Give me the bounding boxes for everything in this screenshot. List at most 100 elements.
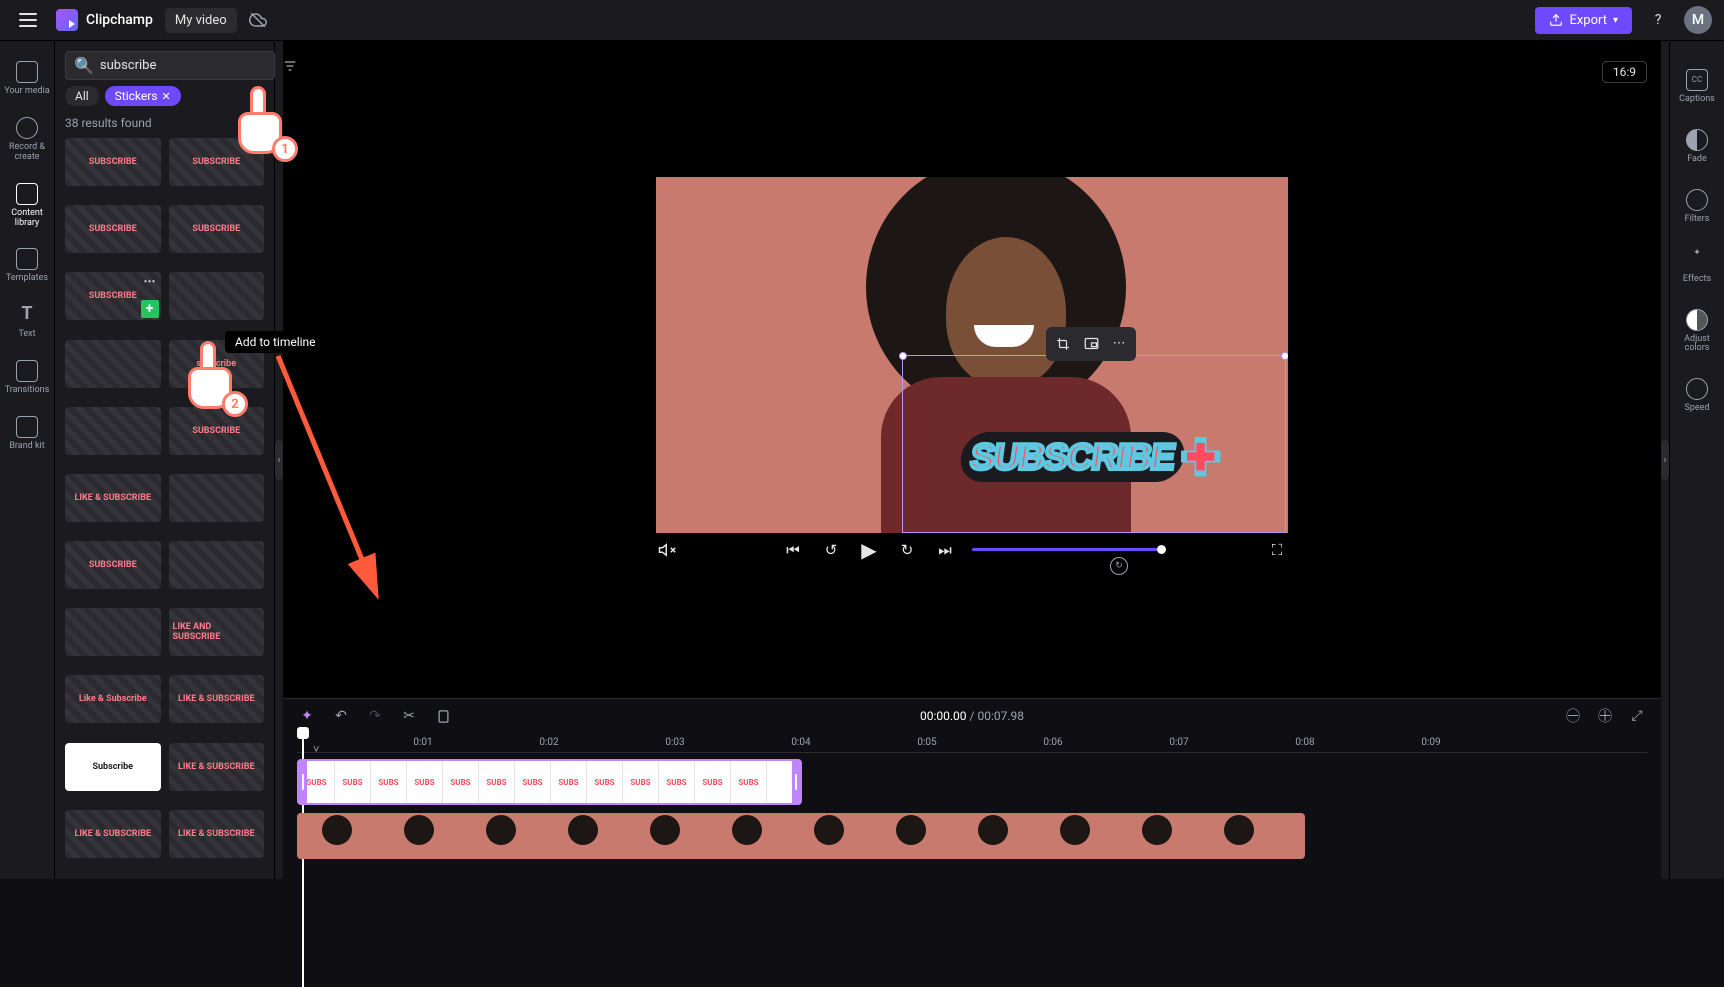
rail-fade[interactable]: Fade bbox=[1670, 119, 1724, 175]
rail-brand-kit[interactable]: Brand kit bbox=[0, 406, 54, 462]
sticker-label bbox=[109, 630, 117, 634]
timeline-ruler[interactable]: 0:010:020:030:040:050:060:070:080:09 bbox=[297, 733, 1647, 753]
split-button[interactable]: ✂ bbox=[399, 706, 419, 726]
fullscreen-button[interactable]: ⛶ bbox=[1266, 539, 1288, 561]
clip-thumb: SUBS bbox=[587, 761, 623, 803]
more-button[interactable]: ⋯ bbox=[1106, 331, 1132, 357]
clip-handle-right[interactable] bbox=[792, 761, 800, 803]
sticker-result[interactable]: LIKE & SUBSCRIBE bbox=[65, 810, 161, 858]
sticker-result[interactable]: LIKE & SUBSCRIBE bbox=[169, 743, 265, 791]
record-icon bbox=[16, 117, 38, 139]
sticker-label: LIKE & SUBSCRIBE bbox=[70, 491, 155, 505]
sticker-result[interactable]: SUBSCRIBE bbox=[65, 541, 161, 589]
rail-your-media[interactable]: Your media bbox=[0, 51, 54, 107]
skip-start-button[interactable]: ⏮ bbox=[782, 539, 804, 561]
ruler-tick: 0:05 bbox=[917, 737, 936, 748]
sticker-result[interactable]: SUBSCRIBE⋯ + bbox=[65, 272, 161, 320]
sticker-result[interactable] bbox=[65, 608, 161, 656]
sticker-result[interactable] bbox=[65, 407, 161, 455]
sticker-result[interactable]: SUBSCRIBE bbox=[65, 205, 161, 253]
rewind-button[interactable]: ↺ bbox=[820, 539, 842, 561]
fit-button[interactable]: ⤢ bbox=[1627, 706, 1647, 726]
avatar[interactable]: M bbox=[1684, 6, 1712, 34]
chip-close-icon[interactable]: ✕ bbox=[162, 90, 171, 103]
sticker-result[interactable]: SUBSCRIBE bbox=[169, 205, 265, 253]
video-clip[interactable] bbox=[297, 813, 1305, 859]
rail-content-library[interactable]: Content library bbox=[0, 173, 54, 239]
collapse-inspector-handle[interactable]: › bbox=[1661, 41, 1669, 879]
help-button[interactable]: ? bbox=[1644, 6, 1672, 34]
rail-record-create[interactable]: Record & create bbox=[0, 107, 54, 173]
clip-thumb: SUBS bbox=[659, 761, 695, 803]
rail-captions[interactable]: CCCaptions bbox=[1670, 59, 1724, 115]
ruler-tick: 0:07 bbox=[1169, 737, 1188, 748]
canvas-toolbar: ⋯ bbox=[1046, 327, 1136, 361]
rail-adjust-colors[interactable]: Adjust colors bbox=[1670, 299, 1724, 365]
volume-slider[interactable] bbox=[972, 548, 1162, 551]
library-panel: 🔍 All Stickers✕ 38 results found SUBSCRI… bbox=[55, 41, 275, 879]
track-collapse-icon[interactable]: ˅ bbox=[313, 743, 319, 756]
redo-button[interactable]: ↷ bbox=[365, 706, 385, 726]
project-name-button[interactable]: My video bbox=[165, 8, 237, 33]
media-icon bbox=[16, 61, 38, 83]
chip-all[interactable]: All bbox=[65, 86, 99, 106]
sticker-result[interactable]: LIKE & SUBSCRIBE bbox=[169, 810, 265, 858]
sticker-result[interactable]: LIKE AND SUBSCRIBE bbox=[169, 608, 265, 656]
fade-icon bbox=[1686, 129, 1708, 151]
playback-speed-badge[interactable]: ↻ bbox=[1110, 557, 1128, 575]
sticker-result[interactable] bbox=[169, 272, 265, 320]
zoom-in-button[interactable]: ＋⃝ bbox=[1595, 706, 1615, 726]
rail-speed[interactable]: Speed bbox=[1670, 368, 1724, 424]
sticker-result[interactable] bbox=[65, 340, 161, 388]
mute-button[interactable] bbox=[656, 539, 678, 561]
sticker-label bbox=[212, 294, 220, 298]
clip-handle-left[interactable] bbox=[299, 761, 307, 803]
aspect-ratio-button[interactable]: 16:9 bbox=[1602, 61, 1647, 83]
timeline-area: ˅ ✦ ↶ ↷ ✂ 00:00.00 / 00:07.98 －⃝ ＋⃝ ⤢ 0:… bbox=[283, 698, 1661, 879]
sticker-result[interactable] bbox=[169, 541, 265, 589]
clip-thumb bbox=[543, 813, 625, 859]
filters-icon bbox=[1686, 189, 1708, 211]
magic-button[interactable]: ✦ bbox=[297, 706, 317, 726]
rail-text[interactable]: TText bbox=[0, 294, 54, 350]
search-box[interactable]: 🔍 bbox=[65, 51, 275, 80]
sticker-label bbox=[212, 563, 220, 567]
library-icon bbox=[16, 183, 38, 205]
main-menu-button[interactable] bbox=[12, 4, 44, 36]
skip-end-button[interactable]: ⏭ bbox=[934, 539, 956, 561]
export-button[interactable]: Export ▾ bbox=[1535, 7, 1632, 34]
sticker-on-canvas[interactable]: SUBSCRIBE bbox=[911, 422, 1271, 492]
topbar: Clipchamp My video Export ▾ ? M bbox=[0, 0, 1724, 41]
delete-button[interactable] bbox=[433, 706, 453, 726]
sticker-result[interactable] bbox=[169, 474, 265, 522]
undo-button[interactable]: ↶ bbox=[331, 706, 351, 726]
rail-templates[interactable]: Templates bbox=[0, 238, 54, 294]
sticker-result[interactable]: LIKE & SUBSCRIBE bbox=[65, 474, 161, 522]
rail-filters[interactable]: Filters bbox=[1670, 179, 1724, 235]
rail-transitions[interactable]: Transitions bbox=[0, 350, 54, 406]
sticker-result[interactable]: Subscribe bbox=[65, 743, 161, 791]
sticker-result[interactable]: SUBSCRIBE bbox=[65, 138, 161, 186]
playhead[interactable] bbox=[297, 727, 309, 739]
pip-button[interactable] bbox=[1078, 331, 1104, 357]
sticker-result[interactable]: LIKE & SUBSCRIBE bbox=[169, 675, 265, 723]
clip-thumb: SUBS bbox=[443, 761, 479, 803]
sticker-result[interactable]: Like & Subscribe bbox=[65, 675, 161, 723]
clipchamp-logo[interactable]: Clipchamp bbox=[56, 9, 153, 31]
forward-button[interactable]: ↻ bbox=[896, 539, 918, 561]
clip-thumb: SUBS bbox=[623, 761, 659, 803]
play-button[interactable]: ▶ bbox=[858, 539, 880, 561]
rail-effects[interactable]: ✦Effects bbox=[1670, 239, 1724, 295]
video-canvas[interactable]: SUBSCRIBE bbox=[656, 177, 1288, 533]
sticker-result[interactable]: SUBSCRIBE bbox=[169, 407, 265, 455]
crop-icon bbox=[1056, 337, 1070, 351]
sticker-more-button[interactable]: ⋯ bbox=[144, 274, 157, 288]
chip-stickers[interactable]: Stickers✕ bbox=[105, 86, 181, 106]
sticker-label: SUBSCRIBE bbox=[188, 222, 244, 236]
sticker-clip[interactable]: SUBSSUBSSUBSSUBSSUBSSUBSSUBSSUBSSUBSSUBS… bbox=[297, 759, 802, 805]
search-input[interactable] bbox=[100, 58, 266, 73]
sticker-label: SUBSCRIBE bbox=[85, 289, 141, 303]
zoom-out-button[interactable]: －⃝ bbox=[1563, 706, 1583, 726]
sticker-add-button[interactable]: + bbox=[141, 300, 159, 318]
crop-button[interactable] bbox=[1050, 331, 1076, 357]
